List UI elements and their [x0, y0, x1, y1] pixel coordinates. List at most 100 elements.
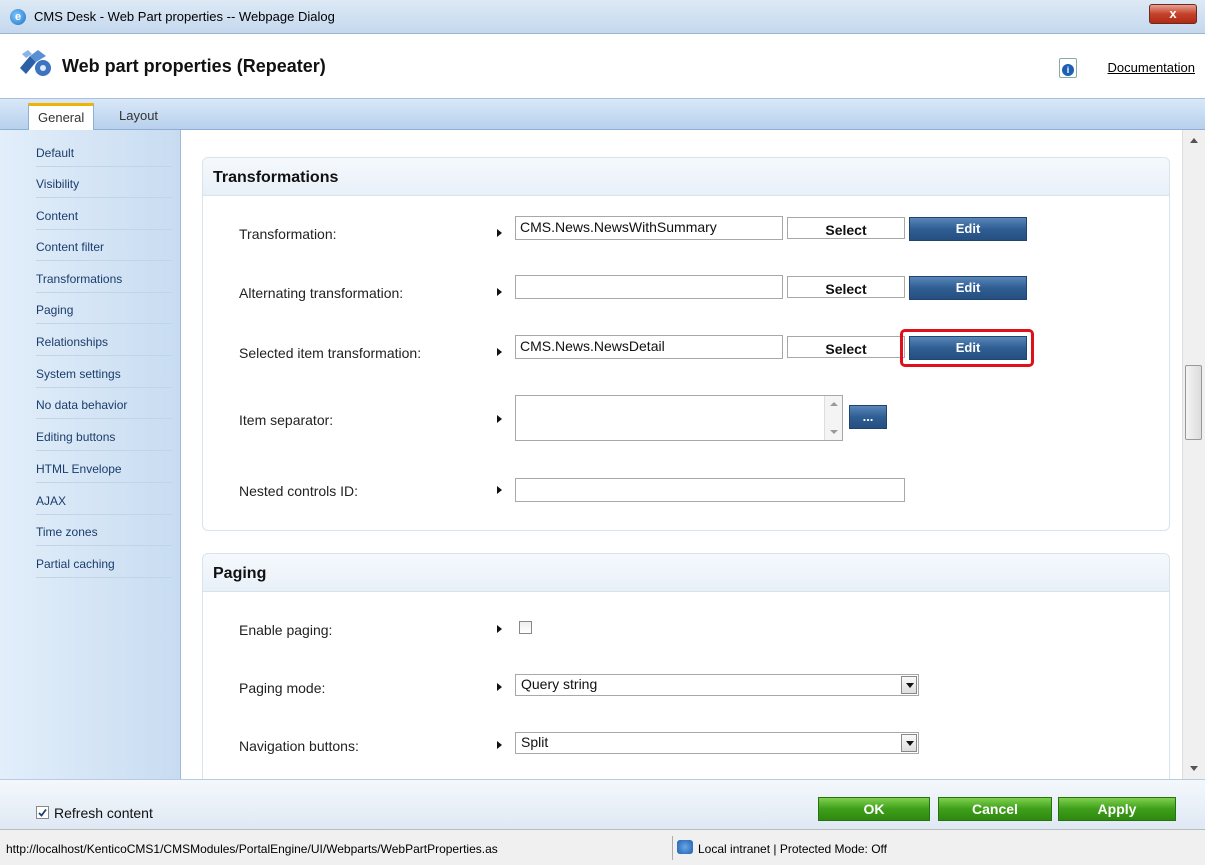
checkmark-icon: [38, 808, 47, 817]
selected-item-transformation-label: Selected item transformation:: [239, 345, 422, 361]
documentation-icon[interactable]: i: [1059, 58, 1077, 78]
vertical-scrollbar[interactable]: [1182, 130, 1205, 779]
navigation-buttons-label: Navigation buttons:: [239, 738, 359, 754]
enable-paging-label: Enable paging:: [239, 622, 333, 638]
sidebar-divider: [36, 229, 172, 230]
sidebar-item-editing-buttons[interactable]: Editing buttons: [36, 430, 115, 444]
nested-controls-id-label: Nested controls ID:: [239, 483, 359, 499]
refresh-content-checkbox[interactable]: [36, 806, 49, 819]
status-url: http://localhost/KenticoCMS1/CMSModules/…: [6, 842, 498, 856]
scroll-up-icon[interactable]: [830, 402, 838, 406]
sidebar-item-visibility[interactable]: Visibility: [36, 177, 79, 191]
ie-icon: e: [10, 9, 26, 25]
window-titlebar: e CMS Desk - Web Part properties -- Webp…: [0, 0, 1205, 34]
item-separator-edit-button[interactable]: ...: [849, 405, 887, 429]
scroll-up-icon[interactable]: [1190, 138, 1198, 143]
expand-arrow-icon[interactable]: [497, 348, 502, 356]
tab-general[interactable]: General: [28, 103, 95, 131]
close-button[interactable]: x: [1149, 4, 1197, 24]
item-separator-textarea[interactable]: [515, 395, 843, 441]
transformation-select-button[interactable]: Select: [787, 217, 905, 239]
webpart-logo-icon: [16, 46, 54, 83]
refresh-content-label: Refresh content: [54, 805, 153, 821]
expand-arrow-icon[interactable]: [497, 229, 502, 237]
expand-arrow-icon[interactable]: [497, 288, 502, 296]
chevron-down-icon[interactable]: [901, 734, 917, 752]
sidebar-item-html-envelope[interactable]: HTML Envelope: [36, 462, 122, 476]
sidebar-item-content-filter[interactable]: Content filter: [36, 240, 104, 254]
paging-mode-value: Query string: [521, 676, 598, 692]
sidebar-item-time-zones[interactable]: Time zones: [36, 525, 98, 539]
transformation-label: Transformation:: [239, 226, 337, 242]
cancel-button[interactable]: Cancel: [938, 797, 1052, 821]
expand-arrow-icon[interactable]: [497, 625, 502, 633]
transformations-panel: Transformations Transformation: CMS.News…: [202, 157, 1170, 531]
sidebar-item-transformations[interactable]: Transformations: [36, 272, 122, 286]
alternating-edit-button[interactable]: Edit: [909, 276, 1027, 300]
nested-controls-id-input[interactable]: [515, 478, 905, 502]
tab-bar: General Layout: [0, 98, 1205, 131]
expand-arrow-icon[interactable]: [497, 415, 502, 423]
paging-panel-header: [203, 554, 1169, 592]
apply-button[interactable]: Apply: [1058, 797, 1176, 821]
sidebar-divider: [36, 260, 172, 261]
sidebar-divider: [36, 450, 172, 451]
alternating-transformation-input[interactable]: [515, 275, 783, 299]
navigation-buttons-value: Split: [521, 734, 549, 750]
main-content: Transformations Transformation: CMS.News…: [182, 130, 1182, 779]
documentation-link[interactable]: Documentation: [1108, 60, 1195, 75]
paging-mode-select[interactable]: Query string: [515, 674, 919, 696]
paging-mode-label: Paging mode:: [239, 680, 326, 696]
sidebar-item-relationships[interactable]: Relationships: [36, 335, 108, 349]
sidebar: Default Visibility Content Content filte…: [0, 130, 181, 779]
expand-arrow-icon[interactable]: [497, 486, 502, 494]
item-separator-label: Item separator:: [239, 412, 334, 428]
alternating-transformation-label: Alternating transformation:: [239, 285, 404, 301]
sidebar-divider: [36, 166, 172, 167]
sidebar-divider: [36, 545, 172, 546]
expand-arrow-icon[interactable]: [497, 741, 502, 749]
transformation-edit-button[interactable]: Edit: [909, 217, 1027, 241]
sidebar-divider: [36, 323, 172, 324]
sidebar-item-ajax[interactable]: AJAX: [36, 494, 66, 508]
tab-layout[interactable]: Layout: [110, 103, 167, 131]
dialog-footer: Refresh content OK Cancel Apply: [0, 779, 1205, 829]
browser-statusbar: http://localhost/KenticoCMS1/CMSModules/…: [0, 829, 1205, 865]
sidebar-item-system-settings[interactable]: System settings: [36, 367, 121, 381]
page-title: Web part properties (Repeater): [62, 56, 326, 76]
scroll-down-icon[interactable]: [830, 430, 838, 434]
sidebar-divider: [36, 514, 172, 515]
security-zone: Local intranet | Protected Mode: Off: [698, 842, 887, 856]
alternating-select-button[interactable]: Select: [787, 276, 905, 298]
chevron-down-icon[interactable]: [901, 676, 917, 694]
ok-button[interactable]: OK: [818, 797, 930, 821]
sidebar-item-partial-caching[interactable]: Partial caching: [36, 557, 115, 571]
sidebar-divider: [36, 482, 172, 483]
sidebar-item-paging[interactable]: Paging: [36, 303, 73, 317]
sidebar-divider: [36, 577, 172, 578]
textarea-scrollbar[interactable]: [824, 396, 842, 440]
sidebar-divider: [36, 418, 172, 419]
selected-item-select-button[interactable]: Select: [787, 336, 905, 358]
sidebar-divider: [36, 197, 172, 198]
scrollbar-thumb[interactable]: [1185, 365, 1202, 440]
sidebar-divider: [36, 355, 172, 356]
intranet-zone-icon: [677, 840, 693, 854]
paging-title: Paging: [213, 565, 267, 582]
sidebar-divider: [36, 387, 172, 388]
sidebar-item-no-data-behavior[interactable]: No data behavior: [36, 398, 127, 412]
enable-paging-checkbox[interactable]: [519, 621, 532, 634]
selected-item-transformation-input[interactable]: CMS.News.NewsDetail: [515, 335, 783, 359]
sidebar-item-content[interactable]: Content: [36, 209, 78, 223]
transformation-input[interactable]: CMS.News.NewsWithSummary: [515, 216, 783, 240]
selected-item-edit-button[interactable]: Edit: [909, 336, 1027, 360]
expand-arrow-icon[interactable]: [497, 683, 502, 691]
transformations-title: Transformations: [213, 169, 339, 186]
sidebar-item-default[interactable]: Default: [36, 146, 74, 160]
navigation-buttons-select[interactable]: Split: [515, 732, 919, 754]
window-title: CMS Desk - Web Part properties -- Webpag…: [34, 9, 335, 24]
paging-panel: Paging Enable paging: Paging mode: Query…: [202, 553, 1170, 779]
statusbar-divider: [672, 836, 673, 860]
transformations-panel-header: [203, 158, 1169, 196]
scroll-down-icon[interactable]: [1190, 766, 1198, 771]
